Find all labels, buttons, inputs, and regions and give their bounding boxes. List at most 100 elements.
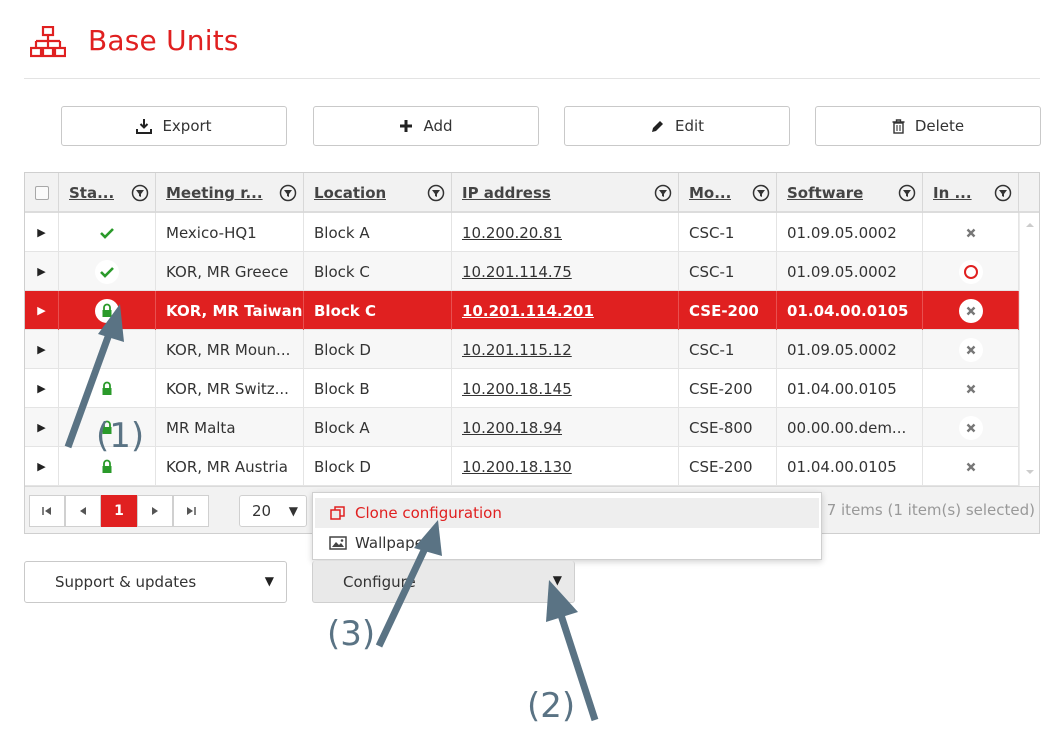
- add-label: Add: [423, 117, 453, 135]
- location-cell: Block A: [304, 213, 452, 252]
- model-text: CSE-200: [689, 301, 759, 320]
- filter-icon[interactable]: [994, 184, 1012, 202]
- chevron-down-icon: ▼: [552, 573, 562, 587]
- table-row[interactable]: ▶ KOR, MR Switz... Block B 10.200.18.145 CSE…: [25, 369, 1019, 408]
- download-icon: [136, 118, 153, 134]
- software-cell: 01.04.00.0105: [777, 291, 923, 330]
- expand-icon[interactable]: ▶: [37, 421, 45, 434]
- table-row[interactable]: ▶ KOR, MR Moun... Block D 10.201.115.12 CSC-…: [25, 330, 1019, 369]
- ip-address-cell[interactable]: 10.201.114.75: [452, 252, 679, 291]
- ip-address-text[interactable]: 10.201.114.75: [462, 263, 572, 281]
- location-text: Block C: [314, 262, 370, 281]
- base-units-grid: Sta... Meeting r... Location IP address …: [24, 172, 1040, 534]
- vertical-scrollbar[interactable]: [1019, 213, 1039, 486]
- column-label: IP address: [462, 184, 551, 202]
- model-cell: CSE-200: [679, 447, 777, 486]
- expand-cell[interactable]: ▶: [25, 330, 59, 369]
- software-text: 01.09.05.0002: [787, 262, 897, 281]
- delete-button[interactable]: Delete: [815, 106, 1041, 146]
- column-label: In ...: [933, 184, 972, 202]
- x-icon: [966, 462, 975, 471]
- ip-address-cell[interactable]: 10.201.115.12: [452, 330, 679, 369]
- menu-item-wallpaper[interactable]: Wallpaper: [315, 528, 819, 558]
- column-header-ip-address[interactable]: IP address: [452, 173, 679, 213]
- status-cell: [59, 213, 156, 252]
- ip-address-cell[interactable]: 10.200.18.130: [452, 447, 679, 486]
- column-header-model[interactable]: Mo...: [679, 173, 777, 213]
- expand-icon[interactable]: ▶: [37, 460, 45, 473]
- filter-icon[interactable]: [427, 184, 445, 202]
- filter-icon[interactable]: [131, 184, 149, 202]
- expand-icon[interactable]: ▶: [37, 304, 45, 317]
- ip-address-text[interactable]: 10.200.20.81: [462, 224, 562, 242]
- filter-icon[interactable]: [654, 184, 672, 202]
- export-button[interactable]: Export: [61, 106, 287, 146]
- column-label: Sta...: [69, 184, 115, 202]
- previous-page-button[interactable]: [65, 495, 101, 527]
- ip-address-text[interactable]: 10.200.18.130: [462, 458, 572, 476]
- check-icon: [100, 227, 114, 239]
- software-text: 01.04.00.0105: [787, 301, 909, 320]
- next-page-button[interactable]: [137, 495, 173, 527]
- ip-address-cell[interactable]: 10.200.18.94: [452, 408, 679, 447]
- table-row[interactable]: ▶ MR Malta Block A 10.200.18.94 CSE-800 00.00…: [25, 408, 1019, 447]
- page-size-value: 20: [252, 502, 272, 520]
- ip-address-text[interactable]: 10.200.18.145: [462, 380, 572, 398]
- menu-item-clone-configuration[interactable]: Clone configuration: [315, 498, 819, 528]
- table-row[interactable]: ▶ KOR, MR Austria Block D 10.200.18.130 CSE-…: [25, 447, 1019, 486]
- export-label: Export: [162, 117, 212, 135]
- header-divider: [24, 78, 1040, 79]
- expand-icon[interactable]: ▶: [37, 226, 45, 239]
- software-text: 01.04.00.0105: [787, 379, 897, 398]
- scroll-down-icon[interactable]: [1025, 468, 1035, 476]
- ip-address-cell[interactable]: 10.201.114.201: [452, 291, 679, 330]
- meeting-room-text: KOR, MR Taiwan: [166, 301, 303, 320]
- meeting-room-text: Mexico-HQ1: [166, 223, 257, 242]
- callout-3: (3): [327, 614, 376, 654]
- support-updates-select[interactable]: Support & updates ▼: [24, 561, 287, 603]
- page-size-select[interactable]: 20 ▼: [239, 495, 307, 527]
- ip-address-text[interactable]: 10.200.18.94: [462, 419, 562, 437]
- table-row[interactable]: ▶ Mexico-HQ1 Block A 10.200.20.81 CSC-1 01.09…: [25, 213, 1019, 252]
- page-1-button[interactable]: 1: [101, 495, 137, 527]
- meeting-room-text: MR Malta: [166, 418, 236, 437]
- expand-icon[interactable]: ▶: [37, 343, 45, 356]
- copy-icon: [330, 506, 345, 520]
- filter-icon[interactable]: [279, 184, 297, 202]
- table-row[interactable]: ▶ KOR, MR Taiwan Block C 10.201.114.201 CSE-…: [25, 291, 1019, 330]
- scroll-up-icon[interactable]: [1025, 221, 1035, 229]
- column-header-info[interactable]: In ...: [923, 173, 1019, 213]
- expand-cell[interactable]: ▶: [25, 291, 59, 330]
- expand-cell[interactable]: ▶: [25, 252, 59, 291]
- column-header-location[interactable]: Location: [304, 173, 452, 213]
- expand-cell[interactable]: ▶: [25, 213, 59, 252]
- lock-icon: [102, 381, 112, 395]
- expand-cell[interactable]: ▶: [25, 408, 59, 447]
- filter-icon[interactable]: [898, 184, 916, 202]
- expand-icon[interactable]: ▶: [37, 382, 45, 395]
- configure-select[interactable]: Configure ▼: [312, 561, 575, 603]
- ip-address-cell[interactable]: 10.200.20.81: [452, 213, 679, 252]
- filter-icon[interactable]: [752, 184, 770, 202]
- select-all-checkbox[interactable]: [35, 186, 49, 200]
- expand-cell[interactable]: ▶: [25, 369, 59, 408]
- expand-cell[interactable]: ▶: [25, 447, 59, 486]
- location-text: Block D: [314, 340, 371, 359]
- first-page-button[interactable]: [29, 495, 65, 527]
- column-header-status[interactable]: Sta...: [59, 173, 156, 213]
- table-row[interactable]: ▶ KOR, MR Greece Block C 10.201.114.75 CSC-1…: [25, 252, 1019, 291]
- ip-address-text[interactable]: 10.201.115.12: [462, 341, 572, 359]
- model-cell: CSE-800: [679, 408, 777, 447]
- model-cell: CSE-200: [679, 291, 777, 330]
- column-header-software[interactable]: Software: [777, 173, 923, 213]
- info-cell: [923, 408, 1019, 447]
- column-header-meeting-room[interactable]: Meeting r...: [156, 173, 304, 213]
- ip-address-cell[interactable]: 10.200.18.145: [452, 369, 679, 408]
- ip-address-text[interactable]: 10.201.114.201: [462, 302, 594, 320]
- software-text: 01.09.05.0002: [787, 340, 897, 359]
- status-cell: [59, 369, 156, 408]
- add-button[interactable]: Add: [313, 106, 539, 146]
- edit-button[interactable]: Edit: [564, 106, 790, 146]
- expand-icon[interactable]: ▶: [37, 265, 45, 278]
- last-page-button[interactable]: [173, 495, 209, 527]
